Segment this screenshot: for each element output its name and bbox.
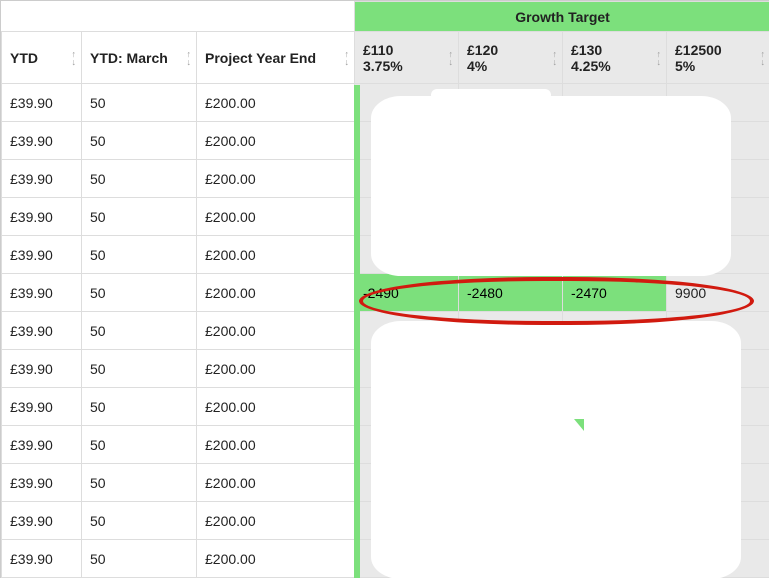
- col-header-ytd[interactable]: YTD ↑↓: [2, 32, 82, 84]
- cell-ytd-march: 50: [82, 426, 197, 464]
- cell-project-year-end: £200.00: [197, 274, 355, 312]
- cell-project-year-end: £200.00: [197, 198, 355, 236]
- col-header-ytd-march-label: YTD: March: [90, 50, 168, 66]
- cell-ytd: £39.90: [2, 350, 82, 388]
- cell-ytd: £39.90: [2, 236, 82, 274]
- sort-icon[interactable]: ↑↓: [449, 50, 453, 66]
- green-edge-strip: [354, 85, 360, 578]
- gt-pct: 4%: [467, 58, 554, 74]
- gt-pct: 4.25%: [571, 58, 658, 74]
- cell-project-year-end: £200.00: [197, 464, 355, 502]
- cell-ytd: £39.90: [2, 274, 82, 312]
- cell-project-year-end: £200.00: [197, 84, 355, 122]
- cell-ytd-march: 50: [82, 274, 197, 312]
- gt-amount: £120: [467, 42, 554, 58]
- cell-ytd-march: 50: [82, 312, 197, 350]
- col-header-project-year-end[interactable]: Project Year End ↑↓: [197, 32, 355, 84]
- growth-target-group-header: Growth Target: [355, 2, 769, 32]
- cell-ytd-march: 50: [82, 236, 197, 274]
- sort-icon[interactable]: ↑↓: [345, 50, 349, 66]
- cell-project-year-end: £200.00: [197, 540, 355, 578]
- cell-ytd-march: 50: [82, 198, 197, 236]
- cell-ytd: £39.90: [2, 198, 82, 236]
- col-header-gt-1[interactable]: £120 4% ↑↓: [459, 32, 563, 84]
- cell-growth-target: -2480: [459, 274, 563, 312]
- sort-icon[interactable]: ↑↓: [187, 50, 191, 66]
- cell-project-year-end: £200.00: [197, 122, 355, 160]
- cell-ytd: £39.90: [2, 388, 82, 426]
- table-container: Growth Target YTD ↑↓ YTD: March ↑↓ Proje…: [0, 0, 769, 578]
- cell-ytd: £39.90: [2, 464, 82, 502]
- cell-ytd: £39.90: [2, 84, 82, 122]
- col-header-gt-2[interactable]: £130 4.25% ↑↓: [563, 32, 667, 84]
- col-header-pye-label: Project Year End: [205, 50, 316, 66]
- sort-icon[interactable]: ↑↓: [657, 50, 661, 66]
- cell-ytd-march: 50: [82, 84, 197, 122]
- cell-ytd-march: 50: [82, 388, 197, 426]
- col-header-gt-0[interactable]: £110 3.75% ↑↓: [355, 32, 459, 84]
- cell-growth-target: -2490: [355, 274, 459, 312]
- blank-header: [2, 2, 355, 32]
- cell-ytd: £39.90: [2, 122, 82, 160]
- sort-icon[interactable]: ↑↓: [72, 50, 76, 66]
- cell-ytd: £39.90: [2, 426, 82, 464]
- col-header-ytd-label: YTD: [10, 50, 38, 66]
- cell-growth-target: 9900: [667, 274, 769, 312]
- cell-project-year-end: £200.00: [197, 426, 355, 464]
- cell-ytd: £39.90: [2, 312, 82, 350]
- gt-pct: 5%: [675, 58, 762, 74]
- cell-project-year-end: £200.00: [197, 388, 355, 426]
- cell-ytd-march: 50: [82, 502, 197, 540]
- cell-project-year-end: £200.00: [197, 160, 355, 198]
- cell-ytd: £39.90: [2, 160, 82, 198]
- cell-project-year-end: £200.00: [197, 312, 355, 350]
- cell-ytd-march: 50: [82, 160, 197, 198]
- cell-ytd-march: 50: [82, 464, 197, 502]
- gt-amount: £110: [363, 42, 450, 58]
- whiteout-mask: [371, 96, 731, 276]
- cell-ytd: £39.90: [2, 540, 82, 578]
- gt-amount: £12500: [675, 42, 762, 58]
- sort-icon[interactable]: ↑↓: [761, 50, 765, 66]
- whiteout-mask: [431, 89, 551, 101]
- cell-project-year-end: £200.00: [197, 236, 355, 274]
- cell-project-year-end: £200.00: [197, 350, 355, 388]
- cell-growth-target: -2470: [563, 274, 667, 312]
- cell-ytd-march: 50: [82, 540, 197, 578]
- cell-project-year-end: £200.00: [197, 502, 355, 540]
- col-header-gt-3[interactable]: £12500 5% ↑↓: [667, 32, 769, 84]
- sort-icon[interactable]: ↑↓: [553, 50, 557, 66]
- cell-ytd: £39.90: [2, 502, 82, 540]
- cell-ytd-march: 50: [82, 122, 197, 160]
- cell-ytd-march: 50: [82, 350, 197, 388]
- gt-amount: £130: [571, 42, 658, 58]
- table-row: £39.9050£200.00-2490-2480-24709900: [2, 274, 769, 312]
- col-header-ytd-march[interactable]: YTD: March ↑↓: [82, 32, 197, 84]
- gt-pct: 3.75%: [363, 58, 450, 74]
- whiteout-mask: [371, 321, 741, 578]
